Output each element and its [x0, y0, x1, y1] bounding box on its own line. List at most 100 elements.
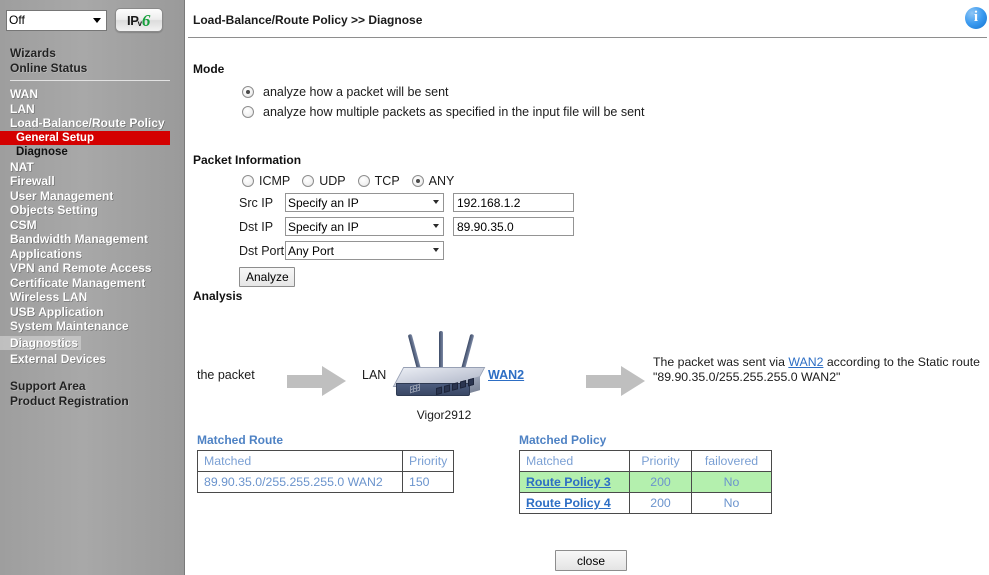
sidebar-item-user-management[interactable]: User Management	[0, 189, 184, 204]
protocol-label-icmp: ICMP	[259, 174, 291, 188]
sidebar-item-applications[interactable]: Applications	[0, 247, 184, 262]
protocol-radio-group: ICMP UDP TCP ANY	[193, 174, 574, 188]
mode-section: Mode analyze how a packet will be sent a…	[193, 62, 644, 119]
sidebar: Off IP v 6 Wizards Online Status WAN LAN Load-…	[0, 0, 185, 575]
sidebar-item-diagnose[interactable]: Diagnose	[0, 145, 184, 160]
matched-policy-col-matched: Matched	[519, 450, 630, 472]
matched-policy-col-priority: Priority	[629, 450, 692, 472]
sidebar-item-wan[interactable]: WAN	[0, 87, 184, 102]
result-wan2-link[interactable]: WAN2	[788, 355, 823, 369]
table-header-row: Matched Priority failovered	[519, 450, 772, 472]
sidebar-item-external-devices[interactable]: External Devices	[0, 352, 184, 367]
matched-route-cell-matched: 89.90.35.0/255.255.255.0 WAN2	[197, 471, 403, 493]
mode-option-multiple-label: analyze how multiple packets as specifie…	[263, 105, 645, 119]
matched-policy-cell-failovered: No	[691, 471, 772, 493]
table-row: Route Policy 3 200 No	[519, 471, 772, 493]
analysis-diagram: the packet LAN Vigor2912 WAN2 The packet…	[186, 325, 989, 435]
sidebar-item-nat[interactable]: NAT	[0, 160, 184, 175]
ipv6-button[interactable]: IP v 6	[115, 8, 163, 32]
protocol-label-udp: UDP	[319, 174, 346, 188]
dst-ip-select-wrap: Specify an IP	[285, 217, 444, 236]
radio-icon-tcp[interactable]	[357, 175, 370, 187]
router-illustration	[392, 331, 490, 407]
analysis-title: Analysis	[193, 289, 243, 303]
main-content: Load-Balance/Route Policy >> Diagnose i …	[186, 0, 989, 575]
sidebar-item-wireless-lan[interactable]: Wireless LAN	[0, 290, 184, 305]
route-policy-link[interactable]: Route Policy 3	[526, 475, 611, 489]
mode-select[interactable]: Off	[6, 9, 107, 31]
radio-icon-multiple-packets[interactable]	[242, 106, 254, 118]
matched-policy-cell-matched: Route Policy 3	[519, 471, 630, 493]
packet-information-section: Packet Information ICMP UDP TCP ANY Src …	[193, 153, 574, 287]
src-ip-label: Src IP	[239, 195, 274, 210]
matched-policy-col-failovered: failovered	[691, 450, 772, 472]
sidebar-item-usb-application[interactable]: USB Application	[0, 305, 184, 320]
radio-icon-icmp[interactable]	[242, 175, 254, 187]
diagram-wan2-link[interactable]: WAN2	[488, 368, 524, 382]
sidebar-item-vpn-and-remote-access[interactable]: VPN and Remote Access	[0, 261, 184, 276]
mode-option-multiple[interactable]: analyze how multiple packets as specifie…	[193, 105, 644, 119]
radio-icon-single-packet[interactable]	[242, 86, 254, 98]
protocol-label-any: ANY	[428, 174, 455, 188]
analysis-result-text: The packet was sent via WAN2 according t…	[653, 355, 989, 385]
dst-ip-input[interactable]	[453, 217, 574, 236]
radio-icon-any[interactable]	[411, 175, 424, 187]
route-policy-link[interactable]: Route Policy 4	[526, 496, 611, 510]
radio-icon-udp[interactable]	[302, 175, 315, 187]
sidebar-menu: Wizards Online Status WAN LAN Load-Balance/R…	[0, 46, 184, 408]
sidebar-item-diagnostics[interactable]: Diagnostics	[0, 335, 82, 350]
sidebar-item-wizards[interactable]: Wizards	[0, 46, 184, 61]
diagram-lan-label: LAN	[362, 368, 387, 382]
src-ip-select-wrap: Specify an IP	[285, 193, 444, 212]
table-header-row: Matched Priority	[197, 450, 455, 472]
dst-port-select[interactable]: Any Port	[285, 241, 444, 260]
dst-port-row: Dst Port Any Port	[193, 241, 574, 260]
sidebar-item-csm[interactable]: CSM	[0, 218, 184, 233]
sidebar-item-load-balance-route-policy[interactable]: Load-Balance/Route Policy	[0, 116, 184, 131]
matched-policy-cell-failovered: No	[691, 492, 772, 514]
sidebar-item-lan[interactable]: LAN	[0, 102, 184, 117]
matched-policy-title: Matched Policy	[519, 433, 607, 447]
src-ip-row: Src IP Specify an IP	[193, 193, 574, 212]
sidebar-item-support-area[interactable]: Support Area	[0, 379, 184, 394]
sidebar-item-firewall[interactable]: Firewall	[0, 174, 184, 189]
arrow-icon-ingress	[287, 366, 347, 396]
close-button[interactable]: close	[555, 550, 627, 571]
dst-ip-select[interactable]: Specify an IP	[285, 217, 444, 236]
sidebar-item-product-registration[interactable]: Product Registration	[0, 394, 184, 409]
src-ip-select[interactable]: Specify an IP	[285, 193, 444, 212]
sidebar-item-system-maintenance[interactable]: System Maintenance	[0, 319, 184, 334]
sidebar-item-online-status[interactable]: Online Status	[0, 61, 184, 76]
sidebar-item-objects-setting[interactable]: Objects Setting	[0, 203, 184, 218]
mode-select-wrap: Off	[6, 9, 107, 31]
dst-ip-label: Dst IP	[239, 219, 274, 234]
matched-policy-table: Matched Priority failovered Route Policy…	[519, 450, 772, 514]
sidebar-item-general-setup[interactable]: General Setup	[0, 130, 170, 145]
analysis-section: Analysis	[193, 289, 242, 303]
router-model-label: Vigor2912	[416, 408, 472, 422]
header-divider	[188, 37, 987, 38]
result-prefix: The packet was sent via	[653, 355, 789, 369]
src-ip-input[interactable]	[453, 193, 574, 212]
matched-policy-section: Matched Policy Matched Priority failover…	[519, 433, 772, 514]
matched-route-cell-priority: 150	[401, 471, 455, 493]
matched-route-title: Matched Route	[197, 433, 284, 447]
sidebar-item-certificate-management[interactable]: Certificate Management	[0, 276, 184, 291]
matched-policy-cell-priority: 200	[629, 492, 692, 514]
matched-policy-cell-priority: 200	[629, 471, 692, 493]
dst-port-label: Dst Port	[239, 243, 285, 258]
router-admin-page: Off IP v 6 Wizards Online Status WAN LAN Load-…	[0, 0, 989, 575]
dst-ip-row: Dst IP Specify an IP	[193, 217, 574, 236]
info-icon[interactable]: i	[965, 7, 987, 29]
packet-information-title: Packet Information	[193, 153, 302, 167]
diagram-packet-label: the packet	[197, 368, 255, 382]
matched-route-col-priority: Priority	[401, 450, 455, 472]
matched-policy-cell-matched: Route Policy 4	[519, 492, 630, 514]
sidebar-item-bandwidth-management[interactable]: Bandwidth Management	[0, 232, 184, 247]
ipv6-six-label: 6	[141, 11, 151, 30]
protocol-label-tcp: TCP	[374, 174, 400, 188]
mode-title: Mode	[193, 62, 225, 76]
analyze-button[interactable]: Analyze	[239, 267, 295, 287]
mode-option-single[interactable]: analyze how a packet will be sent	[193, 85, 644, 99]
